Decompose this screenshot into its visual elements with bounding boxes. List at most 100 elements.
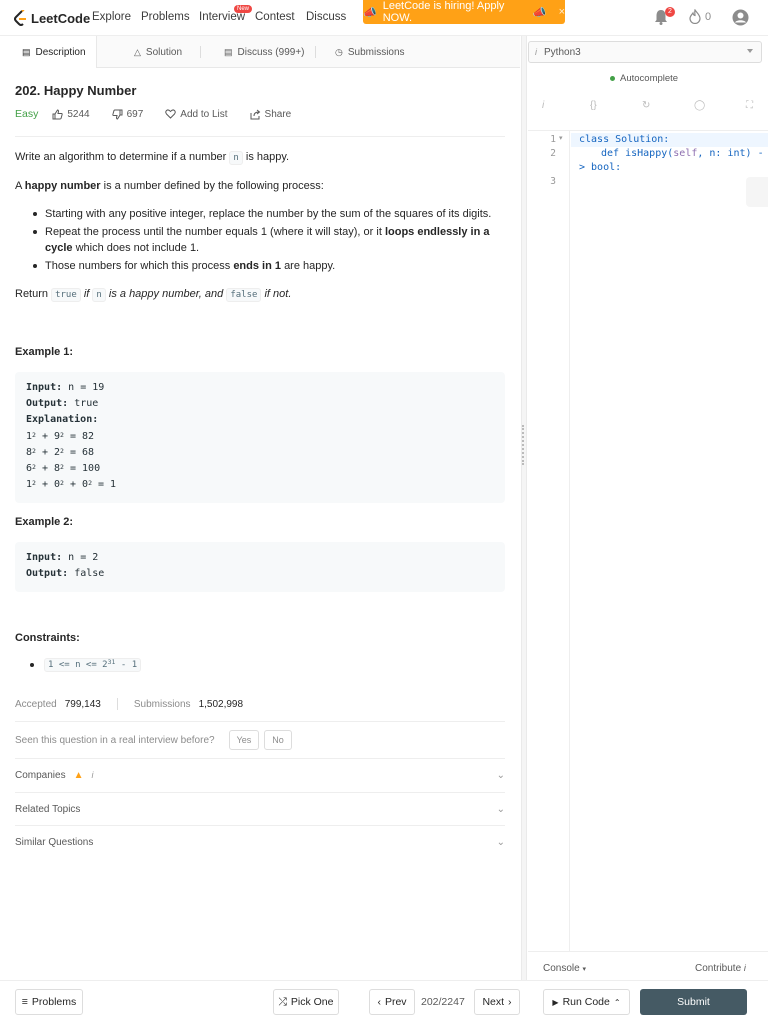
leetcode-logo-icon <box>14 10 26 26</box>
contribute-link[interactable]: Contribute i <box>695 963 746 974</box>
streak-counter[interactable]: 0 <box>689 9 711 24</box>
divider <box>15 136 505 137</box>
keyword: def <box>601 148 620 159</box>
line-number: 3 <box>550 176 556 187</box>
console-label: Console <box>543 963 580 974</box>
difficulty-label: Easy <box>15 108 39 120</box>
problem-tabs: ▤ Description △ Solution ▤ Discuss (999+… <box>0 36 520 68</box>
companies-accordion[interactable]: Companies ▲ i ⌄ <box>15 759 505 791</box>
explanation-line: 12 + 02 + 02 = 1 <box>26 479 117 491</box>
list-item-text: are happy. <box>284 260 336 272</box>
info-icon[interactable]: i <box>542 100 544 111</box>
explanation-label: Explanation: <box>26 414 99 426</box>
console-toggle[interactable]: Console ▾ <box>543 963 586 974</box>
explanation-line: 82 + 22 = 68 <box>26 446 95 458</box>
example-1-title: Example 1: <box>15 346 74 358</box>
shuffle-icon: ⤮ <box>278 995 287 1008</box>
next-button[interactable]: Next › <box>474 989 520 1015</box>
submit-button[interactable]: Submit <box>640 989 747 1015</box>
dislike-button[interactable]: 697 <box>111 108 144 120</box>
chevron-left-icon: ‹ <box>377 996 381 1008</box>
nav-contest[interactable]: Contest <box>255 11 295 23</box>
dislike-count: 697 <box>126 108 144 120</box>
drag-handle-icon[interactable] <box>522 425 525 465</box>
prev-button[interactable]: ‹ Prev <box>369 989 415 1015</box>
poll-question: Seen this question in a real interview b… <box>15 734 215 746</box>
fold-arrow-icon[interactable]: ▾ <box>559 134 563 142</box>
nav-explore[interactable]: Explore <box>92 11 131 23</box>
share-label: Share <box>264 108 292 120</box>
pick-one-button[interactable]: ⤮ Pick One <box>273 989 339 1015</box>
braces-icon[interactable]: {} <box>590 100 597 111</box>
fullscreen-icon[interactable]: ⛶ <box>746 100 753 111</box>
autocomplete-label: Autocomplete <box>620 73 679 84</box>
list-icon: ≡ <box>21 996 28 1008</box>
return-text: Return <box>15 288 49 300</box>
autocomplete-toggle[interactable]: Autocomplete <box>610 73 678 84</box>
example-2-block: Input: n = 2 Output: false <box>15 542 505 592</box>
user-avatar-icon[interactable] <box>732 9 749 26</box>
tab-label: Solution <box>145 46 183 58</box>
info-icon: i <box>535 47 537 57</box>
side-panel-toggle[interactable] <box>746 177 768 207</box>
chevron-down-icon: ⌄ <box>496 769 505 781</box>
yes-button[interactable]: Yes <box>228 730 260 750</box>
return-text: is a happy number, and <box>108 288 224 300</box>
accepted-label: Accepted <box>15 698 57 710</box>
clock-icon: ◷ <box>335 46 343 57</box>
line-number: 1 <box>550 134 556 145</box>
list-item: Repeat the process until the number equa… <box>30 224 500 256</box>
tab-submissions[interactable]: ◷ Submissions <box>335 36 405 68</box>
explanation-line: 62 + 82 = 100 <box>26 463 101 475</box>
hiring-banner[interactable]: 📣 LeetCode is hiring! Apply NOW. 📣 × <box>363 0 565 24</box>
tab-label: Description <box>35 46 86 58</box>
run-code-button[interactable]: ▶ Run Code ⌃ <box>543 989 630 1015</box>
tab-description[interactable]: ▤ Description <box>0 36 97 68</box>
settings-icon[interactable]: ◯ <box>694 100 705 111</box>
reset-icon[interactable]: ↻ <box>642 100 650 111</box>
problems-list-button[interactable]: ≡ Problems <box>15 989 83 1015</box>
tab-solution[interactable]: △ Solution <box>134 36 182 68</box>
add-to-list-button[interactable]: Add to List <box>165 108 228 120</box>
thumbs-up-icon <box>52 108 64 119</box>
streak-count: 0 <box>705 10 712 23</box>
add-to-list-label: Add to List <box>180 108 228 120</box>
bullet-dot <box>30 663 34 667</box>
chevron-down-icon: ⌄ <box>496 836 505 848</box>
similar-questions-accordion[interactable]: Similar Questions ⌄ <box>15 826 505 858</box>
input-label: Input: <box>26 382 63 393</box>
process-list: Starting with any positive integer, repl… <box>30 206 500 276</box>
keyword: class <box>579 134 610 145</box>
function-name: isHappy( <box>625 148 674 159</box>
interview-question-poll: Seen this question in a real interview b… <box>15 728 292 752</box>
list-item-text: Repeat the process until the number equa… <box>45 226 382 238</box>
no-button[interactable]: No <box>264 730 292 750</box>
explanation-line: 12 + 92 = 82 <box>26 430 95 442</box>
accordion-label: Similar Questions <box>15 836 94 848</box>
leetcode-logo[interactable]: LeetCode <box>14 8 90 28</box>
type: int <box>727 148 746 159</box>
code-line: > bool: <box>579 162 621 173</box>
language-select[interactable]: i Python3 <box>528 41 762 63</box>
tab-label: Discuss (999+) <box>237 46 305 58</box>
selected-language: Python3 <box>544 46 581 58</box>
nav-discuss[interactable]: Discuss <box>306 11 346 23</box>
code-line: def isHappy(self, n: int) - <box>601 148 764 159</box>
thumbs-up-icon: ▲ <box>73 769 84 781</box>
nav-problems[interactable]: Problems <box>141 11 190 23</box>
list-item-bold: ends in 1 <box>233 260 281 272</box>
code-line: class Solution: <box>579 134 669 145</box>
input-value: n = 19 <box>68 382 105 393</box>
info-icon[interactable]: i <box>92 770 94 780</box>
megaphone-icon: 📣 <box>363 6 377 19</box>
related-topics-accordion[interactable]: Related Topics ⌄ <box>15 793 505 825</box>
param: self <box>673 148 698 159</box>
share-button[interactable]: Share <box>250 108 292 120</box>
like-button[interactable]: 5244 <box>52 108 90 120</box>
notification-count: 2 <box>665 7 675 17</box>
close-icon[interactable]: × <box>559 6 565 18</box>
run-code-label: Run Code <box>562 996 610 1008</box>
submissions-label: Submissions <box>133 698 191 710</box>
tab-discuss[interactable]: ▤ Discuss (999+) <box>224 36 304 68</box>
list-item-text: which does not include 1. <box>75 242 200 254</box>
